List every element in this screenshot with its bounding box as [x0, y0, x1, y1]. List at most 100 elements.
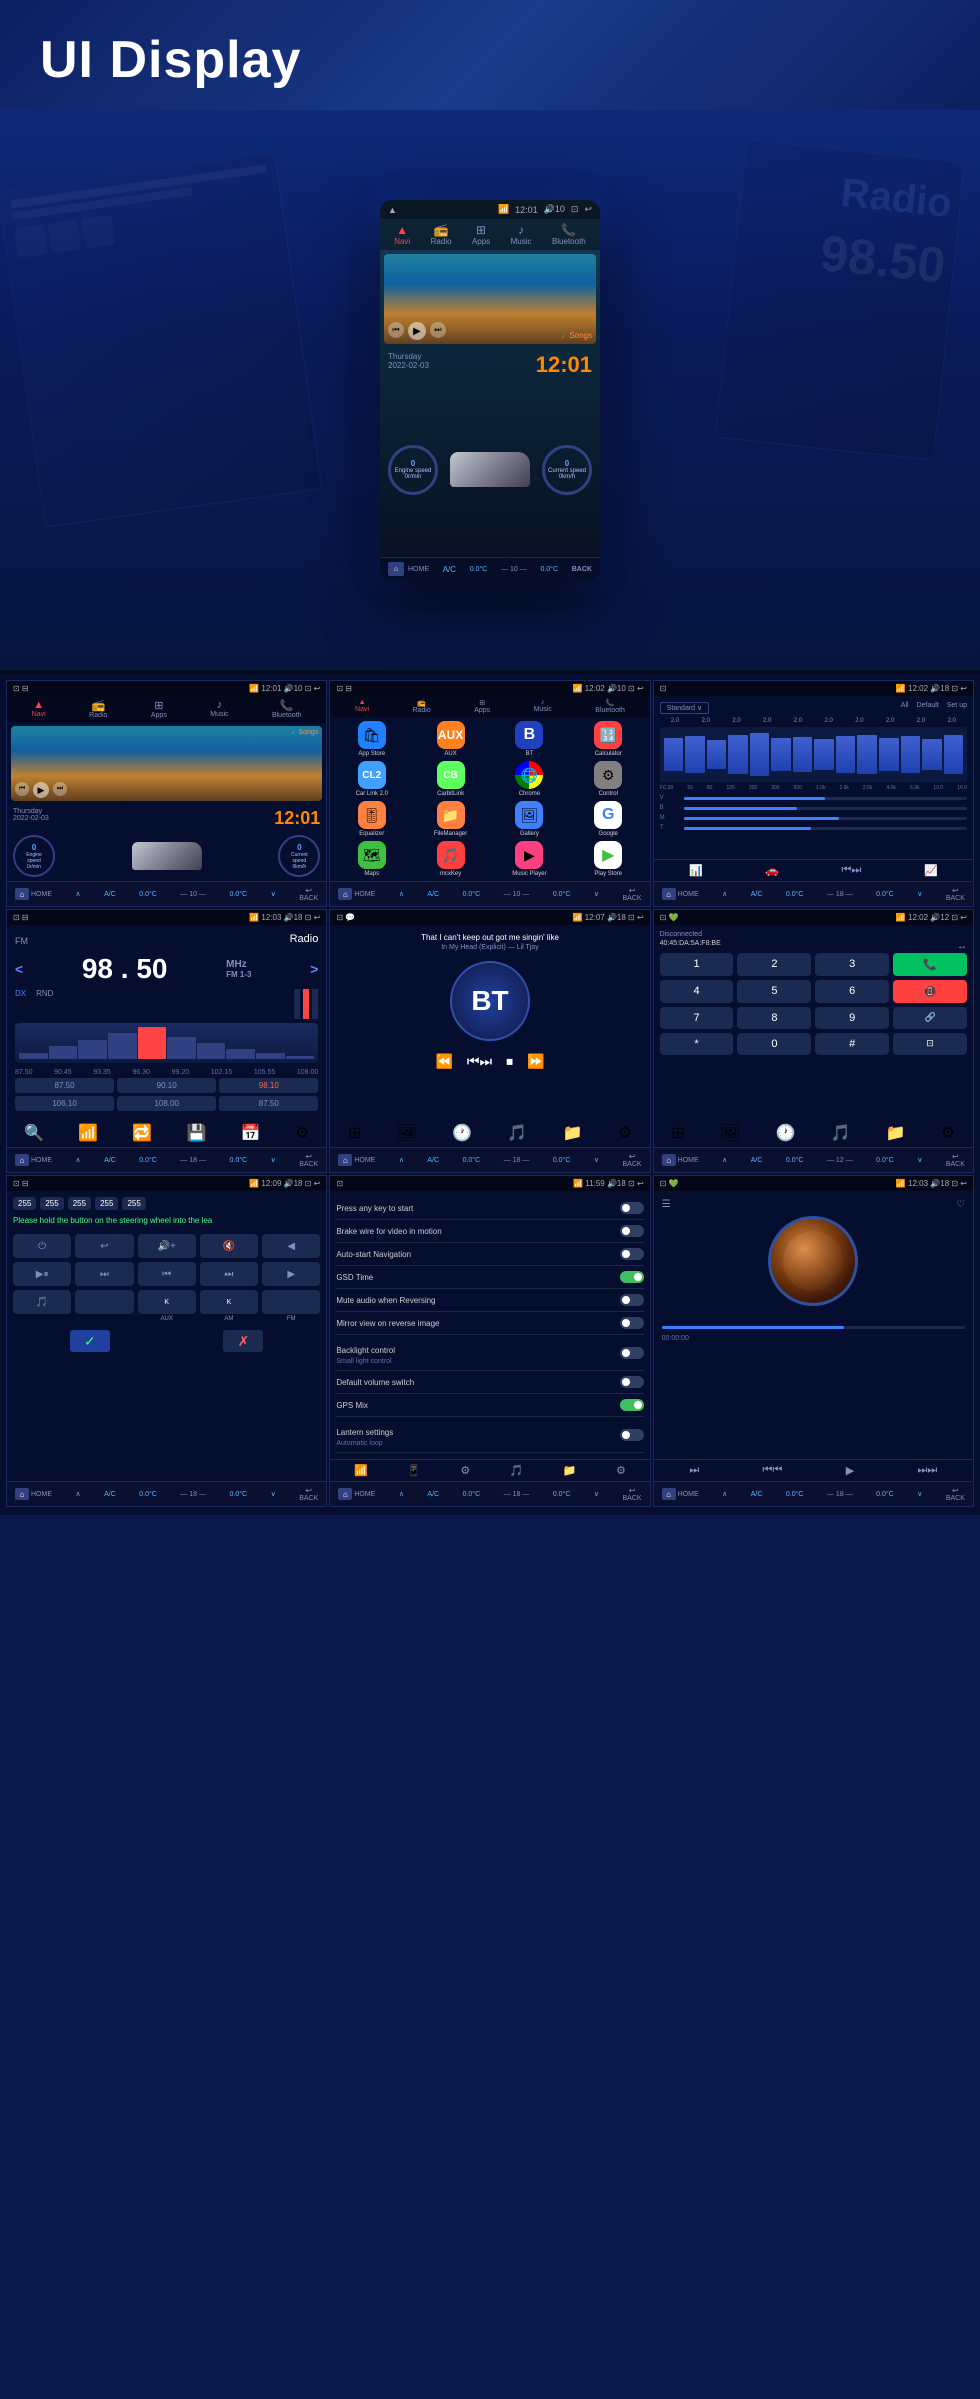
- p9-back-btn[interactable]: ↩BACK: [946, 1486, 965, 1502]
- p7-power-btn[interactable]: ⏻: [13, 1234, 71, 1258]
- p8-home-btn[interactable]: ⌂HOME: [338, 1488, 375, 1500]
- p9-heart-icon[interactable]: ♡: [956, 1199, 965, 1210]
- p6-key-2[interactable]: 2: [737, 953, 811, 976]
- p4-search-icon[interactable]: 🔍: [24, 1123, 44, 1143]
- p2-nav-navi[interactable]: ▲Navi: [355, 699, 369, 714]
- app-aux[interactable]: AUX AUX: [413, 721, 488, 757]
- app-filemanager[interactable]: 📁 FileManager: [413, 801, 488, 837]
- p7-back-btn[interactable]: ↩BACK: [299, 1486, 318, 1502]
- p7-prev2-btn[interactable]: ⏮: [138, 1262, 196, 1286]
- app-appstore[interactable]: 🛍 App Store: [334, 721, 409, 757]
- p6-key-6[interactable]: 6: [815, 980, 889, 1003]
- p8-toggle-7[interactable]: [620, 1347, 644, 1359]
- app-bt[interactable]: B BT: [492, 721, 567, 757]
- app-equalizer[interactable]: 🎚 Equalizer: [334, 801, 409, 837]
- p6-key-hash[interactable]: #: [815, 1033, 889, 1055]
- app-playstore[interactable]: ▶ Play Store: [571, 841, 646, 877]
- p8-back-btn[interactable]: ↩BACK: [623, 1486, 642, 1502]
- p7-skip-btn[interactable]: ⏭: [75, 1262, 133, 1286]
- p8-toggle-8[interactable]: [620, 1376, 644, 1388]
- p4-next-freq[interactable]: >: [310, 961, 318, 977]
- p6-gear-icon[interactable]: ⚙: [941, 1123, 955, 1143]
- p4-dx-btn[interactable]: DX: [15, 989, 26, 1019]
- p4-preset-3[interactable]: 98.10: [219, 1078, 318, 1093]
- p9-home-btn[interactable]: ⌂HOME: [662, 1488, 699, 1500]
- p4-preset-6[interactable]: 87.50: [219, 1096, 318, 1111]
- p5-grid-icon[interactable]: ⊞: [348, 1123, 361, 1143]
- p7-mute-btn[interactable]: 🔇: [200, 1234, 258, 1258]
- p2-home-btn[interactable]: ⌂HOME: [338, 888, 375, 900]
- p2-nav-apps[interactable]: ⊞Apps: [474, 699, 490, 714]
- p6-music-icon[interactable]: 🎵: [831, 1123, 851, 1143]
- p5-rewind-btn[interactable]: ⏪: [435, 1053, 452, 1070]
- eq-setup-btn[interactable]: Set up: [947, 702, 967, 714]
- p7-playpause-btn[interactable]: ▶⏸: [13, 1262, 71, 1286]
- p4-calendar-icon[interactable]: 📅: [241, 1123, 261, 1143]
- p4-save-icon[interactable]: 💾: [187, 1123, 207, 1143]
- p3-home-btn[interactable]: ⌂HOME: [662, 888, 699, 900]
- app-control[interactable]: ⚙ Control: [571, 761, 646, 797]
- p6-key-9[interactable]: 9: [815, 1007, 889, 1029]
- p8-file2-icon[interactable]: 📁: [563, 1464, 577, 1477]
- p4-settings-icon[interactable]: ⚙: [295, 1123, 309, 1143]
- p7-return-btn[interactable]: ↩: [75, 1234, 133, 1258]
- p7-home-btn[interactable]: ⌂HOME: [15, 1488, 52, 1500]
- p1-nav-radio[interactable]: 📻Radio: [89, 699, 107, 719]
- p6-clock-icon[interactable]: 🕐: [776, 1123, 796, 1143]
- p7-vol-up-btn[interactable]: 🔊+: [138, 1234, 196, 1258]
- p8-toggle-9[interactable]: [620, 1399, 644, 1411]
- p2-nav-bt[interactable]: 📞Bluetooth: [595, 699, 625, 714]
- p7-music-icon[interactable]: 🎵: [13, 1290, 71, 1322]
- eq-standard-dropdown[interactable]: Standard ∨: [660, 702, 709, 714]
- p4-preset-4[interactable]: 106.10: [15, 1096, 114, 1111]
- eq-all-btn[interactable]: All: [901, 702, 909, 714]
- eq-default-btn[interactable]: Default: [917, 702, 939, 714]
- p7-ok-btn[interactable]: ✓: [70, 1330, 110, 1352]
- p9-menu-icon[interactable]: ☰: [662, 1199, 671, 1210]
- p1-play-btn[interactable]: ▶: [33, 782, 49, 798]
- p6-key-5[interactable]: 5: [737, 980, 811, 1003]
- p2-nav-radio[interactable]: 📻Radio: [412, 699, 430, 714]
- p6-key-1[interactable]: 1: [660, 953, 734, 976]
- p5-ffwd-btn[interactable]: ⏩: [527, 1053, 544, 1070]
- p4-preset-2[interactable]: 90.10: [117, 1078, 216, 1093]
- p5-home-btn[interactable]: ⌂HOME: [338, 1154, 375, 1166]
- p5-back-btn[interactable]: ↩BACK: [623, 1152, 642, 1168]
- app-carbitlink[interactable]: CB CarbitLink: [413, 761, 488, 797]
- p8-toggle-1[interactable]: [620, 1202, 644, 1214]
- p6-grid-icon[interactable]: ⊞: [671, 1123, 684, 1143]
- p6-key-star[interactable]: *: [660, 1033, 734, 1055]
- p6-home-btn[interactable]: ⌂HOME: [662, 1154, 699, 1166]
- p5-step-btn[interactable]: ⏮⏭: [467, 1053, 492, 1070]
- p7-prev-btn[interactable]: ◀: [262, 1234, 320, 1258]
- p6-key-7[interactable]: 7: [660, 1007, 734, 1029]
- p7-next-btn[interactable]: ⏭: [200, 1262, 258, 1286]
- p6-call-btn[interactable]: 📞: [893, 953, 967, 976]
- p1-nav-navi[interactable]: ▲Navi: [32, 699, 46, 719]
- p8-wifi-icon[interactable]: 📶: [354, 1464, 368, 1477]
- p1-next-btn[interactable]: ⏭: [53, 782, 67, 796]
- p8-gear2-icon[interactable]: ⚙: [616, 1464, 626, 1477]
- p5-clock-icon[interactable]: 🕐: [452, 1123, 472, 1143]
- p7-fm-btn[interactable]: FM: [262, 1290, 320, 1322]
- p6-key-4[interactable]: 4: [660, 980, 734, 1003]
- p4-rnd-btn[interactable]: RND: [36, 989, 53, 1019]
- p7-play2-btn[interactable]: ▶: [262, 1262, 320, 1286]
- p8-music2-icon[interactable]: 🎵: [510, 1464, 524, 1477]
- p6-key-3[interactable]: 3: [815, 953, 889, 976]
- p3-back-btn[interactable]: ↩BACK: [946, 886, 965, 902]
- app-mcxkey[interactable]: 🎵 mcxKey: [413, 841, 488, 877]
- p8-toggle-4[interactable]: [620, 1271, 644, 1283]
- eq-chart-icon[interactable]: 📈: [924, 864, 938, 877]
- p2-back-btn[interactable]: ↩BACK: [623, 886, 642, 902]
- app-chrome[interactable]: 🌐 Chrome: [492, 761, 567, 797]
- p1-nav-bt[interactable]: 📞Bluetooth: [272, 699, 302, 719]
- p1-prev-btn[interactable]: ⏮: [15, 782, 29, 796]
- p1-nav-apps[interactable]: ⊞Apps: [151, 699, 167, 719]
- p4-prev-freq[interactable]: <: [15, 961, 23, 977]
- p1-back-btn[interactable]: ↩BACK: [299, 886, 318, 902]
- p4-preset-5[interactable]: 108.00: [117, 1096, 216, 1111]
- p7-cancel-btn[interactable]: ✗: [223, 1330, 263, 1352]
- p5-file-icon[interactable]: 📁: [563, 1123, 583, 1143]
- eq-car-icon[interactable]: 🚗: [765, 864, 779, 877]
